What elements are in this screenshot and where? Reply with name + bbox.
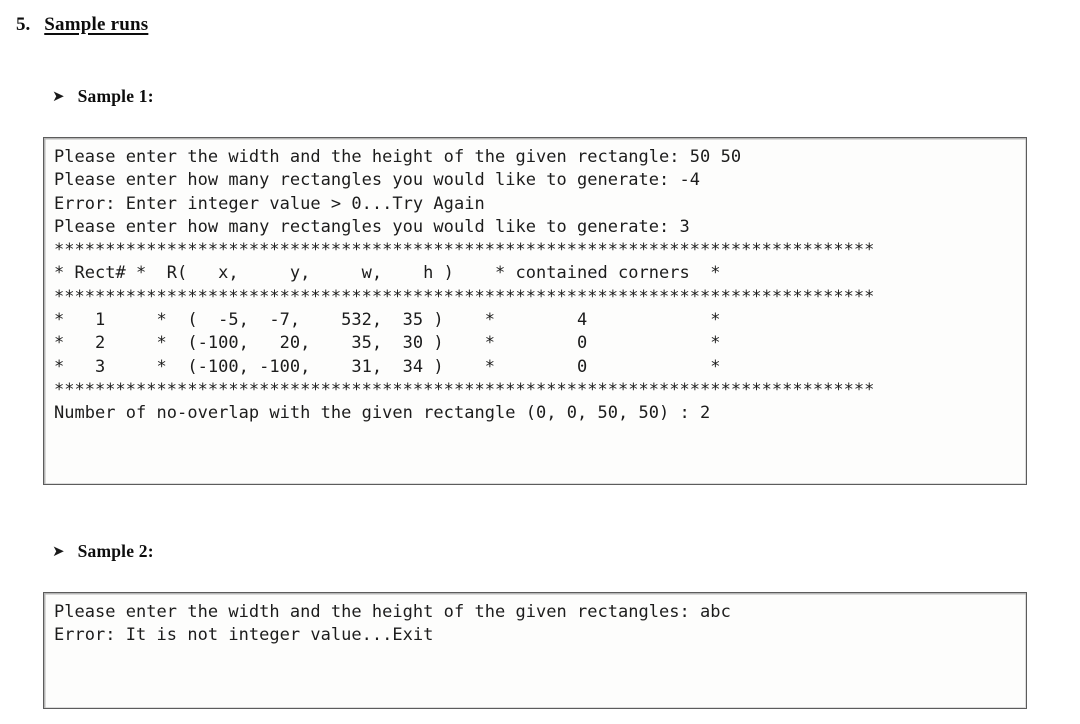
document-page: 5. Sample runs ➤ Sample 1: Please enter …: [0, 0, 1080, 724]
section-number: 5.: [16, 14, 31, 35]
sub-heading-sample-1: ➤ Sample 1:: [52, 86, 154, 107]
console-output-sample-1: Please enter the width and the height of…: [43, 137, 1027, 485]
console-separator-line: ****************************************…: [54, 379, 875, 400]
section-heading: 5. Sample runs: [16, 14, 148, 36]
console-line: Please enter the width and the height of…: [54, 602, 731, 622]
console-separator-line: ****************************************…: [54, 286, 875, 307]
console-line: Error: It is not integer value...Exit: [54, 625, 434, 646]
console-table-row: * 2 * (-100, 20, 35, 30 ) * 0 *: [54, 333, 721, 354]
console-line: Please enter how many rectangles you wou…: [54, 216, 690, 237]
sub-heading-sample-2: ➤ Sample 2:: [52, 541, 154, 562]
sub-heading-label-sample-1: Sample 1:: [77, 86, 154, 106]
console-summary-line: Number of no-overlap with the given rect…: [54, 403, 711, 424]
console-table-header: * Rect# * R( x, y, w, h ) * contained co…: [54, 263, 721, 284]
sub-heading-label-sample-2: Sample 2:: [77, 541, 154, 561]
console-line: Please enter how many rectangles you wou…: [54, 170, 701, 191]
console-table-row: * 3 * (-100, -100, 31, 34 ) * 0 *: [54, 356, 721, 377]
console-separator-line: ****************************************…: [54, 240, 875, 261]
section-title: Sample runs: [44, 14, 149, 35]
console-table-row: * 1 * ( -5, -7, 532, 35 ) * 4 *: [54, 310, 721, 331]
arrow-bullet-icon: ➤: [52, 87, 65, 105]
console-line: Error: Enter integer value > 0...Try Aga…: [54, 193, 485, 214]
console-line: Please enter the width and the height of…: [54, 147, 742, 167]
console-output-sample-2: Please enter the width and the height of…: [43, 592, 1027, 709]
arrow-bullet-icon: ➤: [52, 542, 65, 560]
